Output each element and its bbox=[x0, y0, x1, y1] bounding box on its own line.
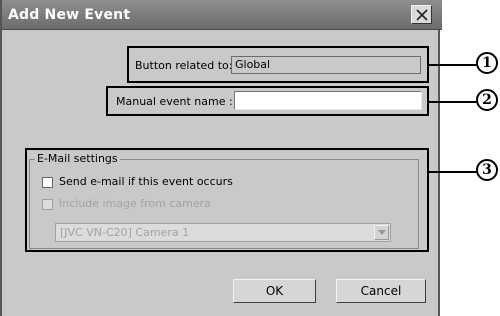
title-bar[interactable]: Add New Event bbox=[2, 0, 442, 30]
dialog-title: Add New Event bbox=[8, 7, 131, 23]
button-related-label: Button related to: bbox=[135, 59, 233, 72]
callout-number-1: 1 bbox=[476, 52, 498, 74]
send-email-checkbox[interactable] bbox=[42, 177, 53, 188]
close-icon bbox=[415, 8, 428, 21]
close-button[interactable] bbox=[411, 5, 432, 24]
cancel-button[interactable]: Cancel bbox=[336, 279, 426, 303]
callout-leader-3 bbox=[427, 171, 478, 173]
button-related-field: Global bbox=[231, 56, 421, 74]
ok-button[interactable]: OK bbox=[233, 279, 316, 303]
manual-event-label: Manual event name : bbox=[116, 95, 233, 108]
include-image-label: Include image from camera bbox=[59, 197, 211, 210]
manual-event-name-input[interactable] bbox=[234, 91, 422, 110]
callout-leader-2 bbox=[427, 101, 478, 103]
include-image-checkbox[interactable] bbox=[42, 199, 53, 210]
camera-select-value: [JVC VN-C20] Camera 1 bbox=[60, 226, 190, 239]
callout-number-2: 2 bbox=[476, 89, 498, 111]
camera-select[interactable]: [JVC VN-C20] Camera 1 bbox=[55, 223, 391, 242]
send-email-label: Send e-mail if this event occurs bbox=[59, 175, 233, 188]
email-settings-legend: E-Mail settings bbox=[35, 152, 120, 165]
chevron-down-icon bbox=[377, 230, 386, 235]
callout-leader-1 bbox=[427, 64, 478, 66]
dropdown-button[interactable] bbox=[374, 225, 389, 240]
add-new-event-dialog: Add New Event Button related to: Global … bbox=[0, 0, 442, 316]
callout-number-3: 3 bbox=[476, 159, 498, 181]
button-related-value: Global bbox=[235, 58, 271, 71]
